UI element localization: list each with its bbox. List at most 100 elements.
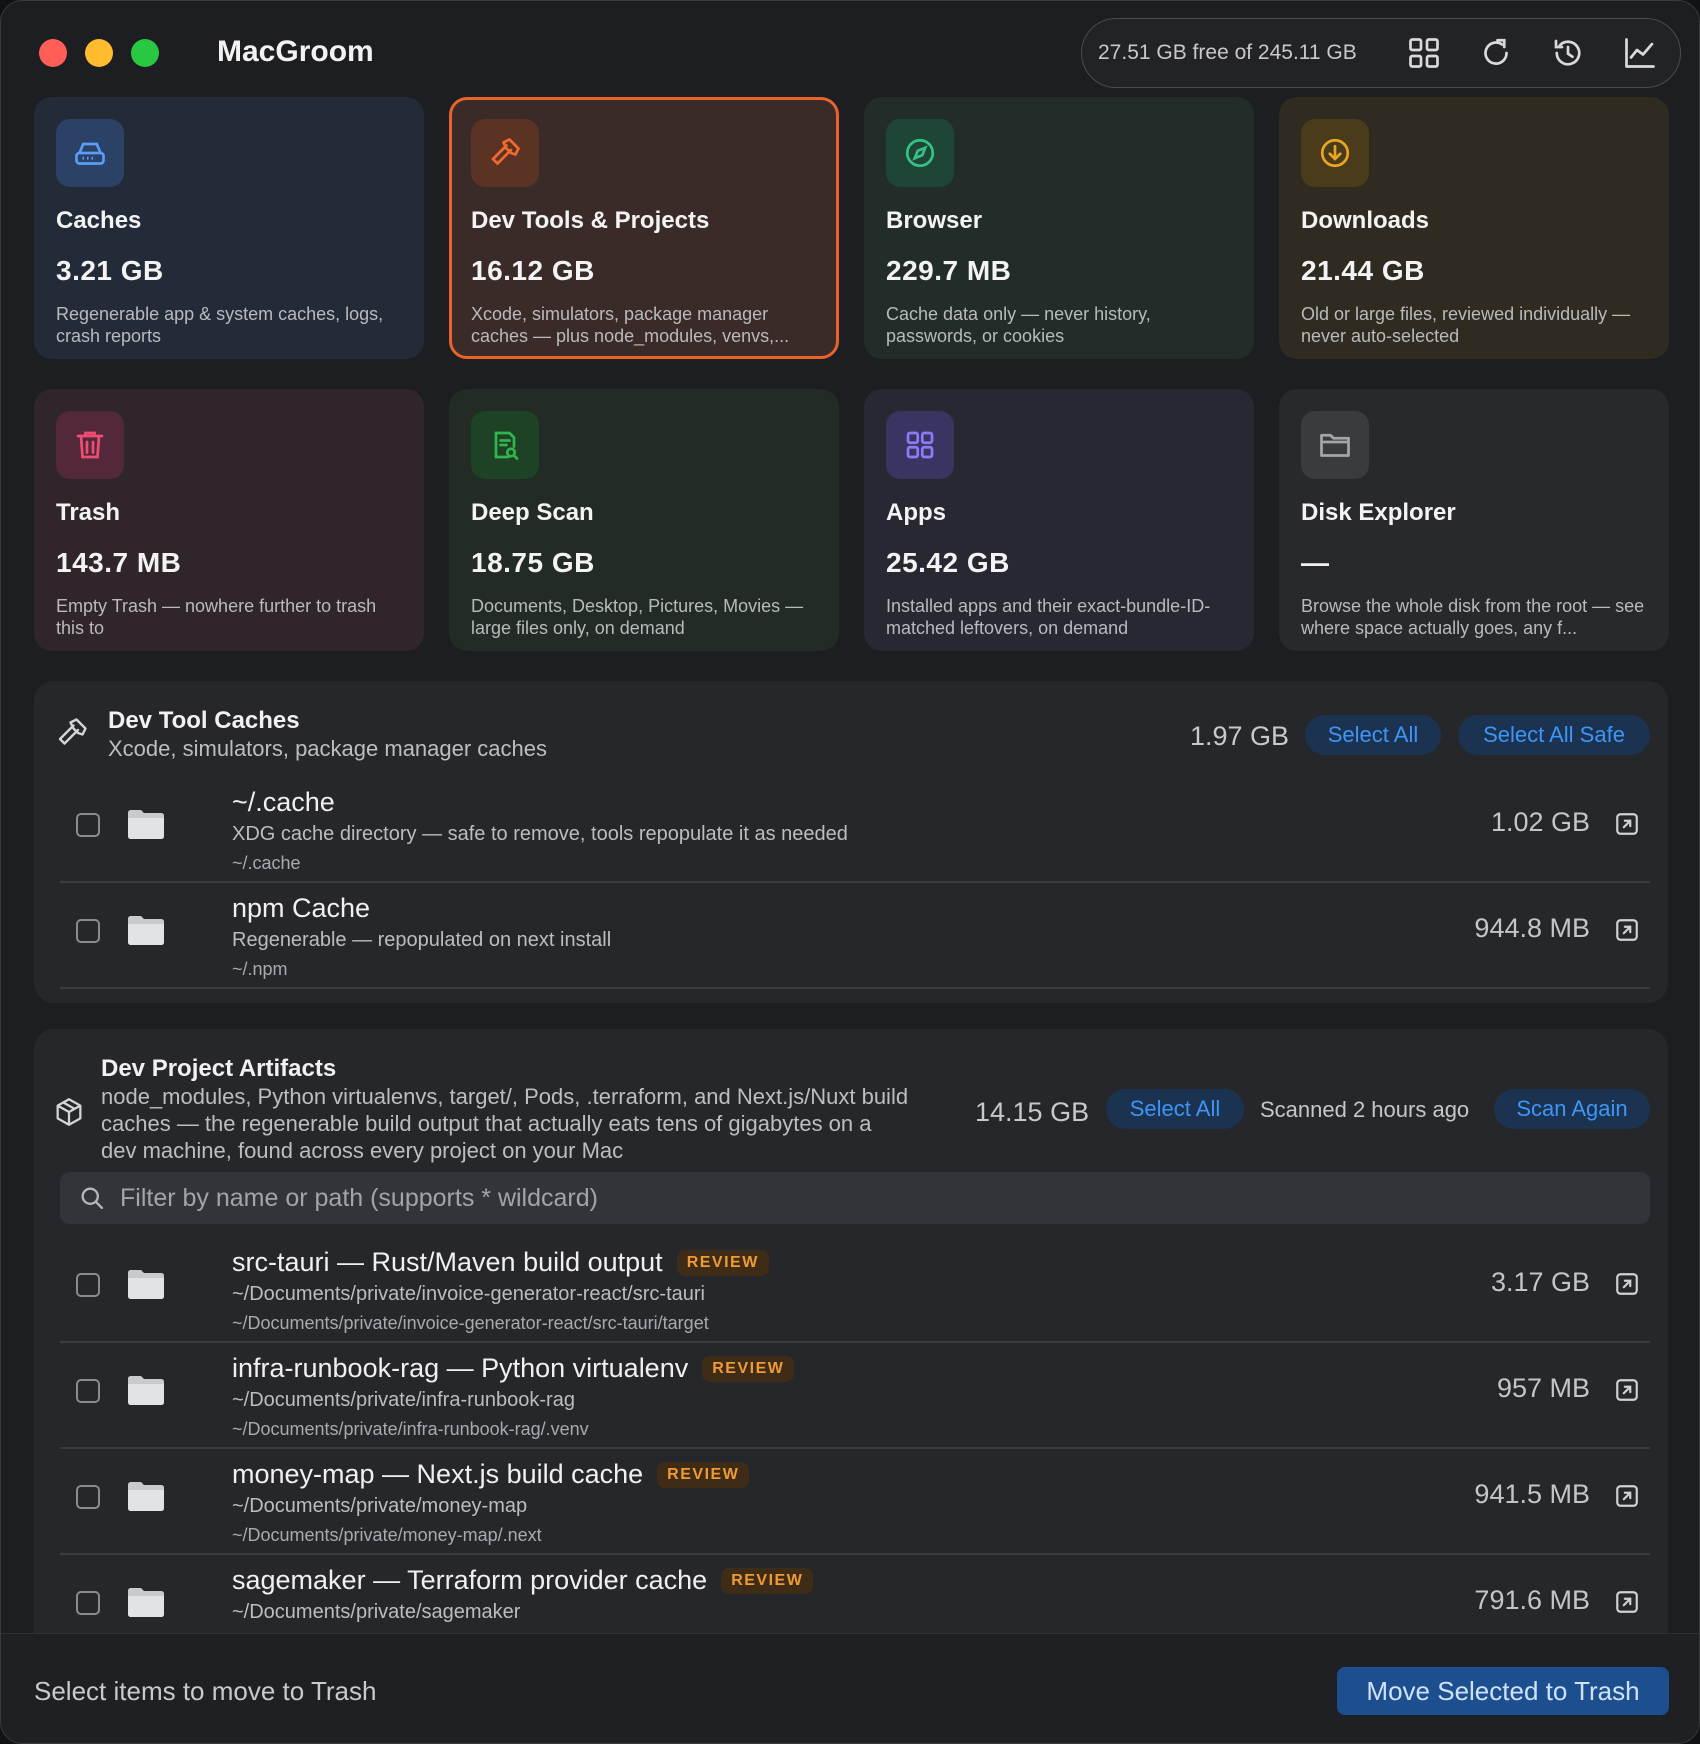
item-size: 3.17 GB	[1490, 1267, 1590, 1297]
item-title: src-tauri — Rust/Maven build output REVIE…	[232, 1247, 769, 1278]
item-path: ~/Documents/private/infra-runbook-rag/.v…	[232, 1419, 589, 1439]
history-icon[interactable]	[1532, 18, 1604, 88]
move-to-trash-button[interactable]: Move Selected to Trash	[1337, 1667, 1669, 1715]
category-desc: Empty Trash — nowhere further to trash t…	[56, 596, 377, 638]
row-checkbox[interactable]	[76, 813, 100, 837]
footer-bar: Select items to move to Trash Move Selec…	[1, 1633, 1699, 1743]
subtitle-line: node_modules, Python virtualenvs, target…	[101, 1084, 909, 1109]
item-size: 791.6 MB	[1474, 1585, 1590, 1615]
scan-again-button[interactable]: Scan Again	[1494, 1089, 1650, 1129]
trash-icon	[56, 411, 124, 479]
reveal-in-finder-icon[interactable]	[1614, 1589, 1640, 1615]
category-size: 18.75 GB	[471, 547, 595, 578]
section-total-size: 1.97 GB	[1190, 721, 1290, 751]
section-total-size: 14.15 GB	[975, 1097, 1090, 1127]
table-row[interactable]: money-map — Next.js build cache REVIEW ~/…	[60, 1449, 1650, 1555]
reveal-in-finder-icon[interactable]	[1614, 1271, 1640, 1297]
search-icon	[81, 1187, 104, 1210]
folder-icon	[128, 1270, 164, 1299]
reveal-in-finder-icon[interactable]	[1614, 811, 1640, 837]
refresh-icon[interactable]	[1460, 18, 1532, 88]
doc-search-icon	[471, 411, 539, 479]
category-desc: Documents, Desktop, Pictures, Movies — l…	[471, 596, 804, 638]
item-title: sagemaker — Terraform provider cache REVI…	[232, 1565, 814, 1596]
dev-project-artifacts-section: Dev Project Artifacts node_modules, Pyth…	[34, 1029, 1668, 1669]
filter-bar	[60, 1172, 1650, 1224]
category-size: 143.7 MB	[56, 547, 182, 578]
folder-icon	[1301, 411, 1369, 479]
subtitle-line: caches — the regenerable build output th…	[101, 1111, 872, 1136]
category-card-downloads[interactable]: Downloads 21.44 GB Old or large files, r…	[1279, 97, 1669, 359]
category-card-trash[interactable]: Trash 143.7 MB Empty Trash — nowhere fur…	[34, 389, 424, 651]
category-size: 25.42 GB	[886, 547, 1010, 578]
drive-icon	[56, 119, 124, 187]
category-desc: Old or large files, reviewed individuall…	[1301, 304, 1631, 346]
apps-grid-icon	[886, 411, 954, 479]
category-title: Browser	[886, 207, 983, 234]
category-card-dev-tools[interactable]: Dev Tools & Projects 16.12 GB Xcode, sim…	[449, 97, 839, 359]
item-name: infra-runbook-rag — Python virtualenv	[232, 1353, 689, 1383]
category-desc: Regenerable app & system caches, logs, c…	[56, 304, 384, 346]
grid-icon[interactable]	[1388, 18, 1460, 88]
row-checkbox[interactable]	[76, 1485, 100, 1509]
folder-icon	[128, 1482, 164, 1511]
row-checkbox[interactable]	[76, 1273, 100, 1297]
category-card-deep-scan[interactable]: Deep Scan 18.75 GB Documents, Desktop, P…	[449, 389, 839, 651]
item-name: ~/.cache	[232, 787, 335, 817]
reveal-in-finder-icon[interactable]	[1614, 1483, 1640, 1509]
category-title: Trash	[56, 499, 121, 526]
item-project: ~/Documents/private/invoice-generator-re…	[232, 1283, 705, 1305]
footer-status: Select items to move to Trash	[34, 1676, 377, 1706]
category-title: Deep Scan	[471, 499, 594, 526]
minimize-window-button[interactable]	[85, 39, 113, 67]
reveal-in-finder-icon[interactable]	[1614, 1377, 1640, 1403]
item-path: ~/.cache	[232, 853, 301, 873]
item-path: ~/Documents/private/money-map/.next	[232, 1525, 542, 1545]
item-size: 1.02 GB	[1490, 807, 1590, 837]
row-checkbox[interactable]	[76, 1379, 100, 1403]
item-name: sagemaker — Terraform provider cache	[232, 1565, 708, 1595]
review-badge: REVIEW	[702, 1355, 795, 1382]
filter-input[interactable]	[120, 1183, 1620, 1213]
table-row[interactable]: npm Cache Regenerable — repopulated on n…	[60, 883, 1650, 989]
close-window-button[interactable]	[39, 39, 67, 67]
title-bar: MacGroom 27.51 GB free of 245.11 GB	[1, 1, 1699, 97]
item-size: 941.5 MB	[1474, 1479, 1590, 1509]
table-row[interactable]: ~/.cache XDG cache directory — safe to r…	[60, 777, 1650, 883]
category-card-browser[interactable]: Browser 229.7 MB Cache data only — never…	[864, 97, 1254, 359]
toolbar: 27.51 GB free of 245.11 GB	[1081, 18, 1681, 88]
compass-icon	[886, 119, 954, 187]
category-card-caches[interactable]: Caches 3.21 GB Regenerable app & system …	[34, 97, 424, 359]
select-all-button[interactable]: Select All	[1305, 715, 1441, 755]
row-checkbox[interactable]	[76, 919, 100, 943]
folder-icon	[128, 1588, 164, 1617]
folder-icon	[128, 916, 164, 945]
review-badge: REVIEW	[657, 1461, 750, 1488]
review-badge: REVIEW	[721, 1567, 814, 1594]
reveal-in-finder-icon[interactable]	[1614, 917, 1640, 943]
zoom-window-button[interactable]	[131, 39, 159, 67]
section-title: Dev Tool Caches	[108, 707, 300, 734]
chart-icon[interactable]	[1604, 18, 1676, 88]
select-all-button[interactable]: Select All	[1106, 1089, 1244, 1129]
disk-free-label: 27.51 GB free of 245.11 GB	[1098, 41, 1357, 64]
table-row[interactable]: infra-runbook-rag — Python virtualenv REV…	[60, 1343, 1650, 1449]
dev-tool-caches-section: Dev Tool Caches Xcode, simulators, packa…	[34, 681, 1668, 1003]
category-size: —	[1301, 547, 1330, 578]
category-title: Disk Explorer	[1301, 499, 1456, 526]
package-icon	[56, 1098, 82, 1126]
item-path: ~/Documents/private/invoice-generator-re…	[232, 1313, 709, 1333]
category-desc: Cache data only — never history, passwor…	[886, 304, 1151, 346]
item-project: ~/Documents/private/sagemaker	[232, 1601, 521, 1623]
category-title: Downloads	[1301, 207, 1430, 234]
category-desc: Browse the whole disk from the root — se…	[1301, 596, 1645, 638]
select-all-safe-button[interactable]: Select All Safe	[1458, 715, 1650, 755]
category-card-disk-explorer[interactable]: Disk Explorer — Browse the whole disk fr…	[1279, 389, 1669, 651]
category-desc: Installed apps and their exact-bundle-ID…	[886, 596, 1211, 638]
category-card-apps[interactable]: Apps 25.42 GB Installed apps and their e…	[864, 389, 1254, 651]
item-desc: XDG cache directory — safe to remove, to…	[232, 823, 848, 845]
item-name: money-map — Next.js build cache	[232, 1459, 644, 1489]
item-project: ~/Documents/private/money-map	[232, 1495, 528, 1517]
row-checkbox[interactable]	[76, 1591, 100, 1615]
table-row[interactable]: src-tauri — Rust/Maven build output REVIE…	[60, 1237, 1650, 1343]
